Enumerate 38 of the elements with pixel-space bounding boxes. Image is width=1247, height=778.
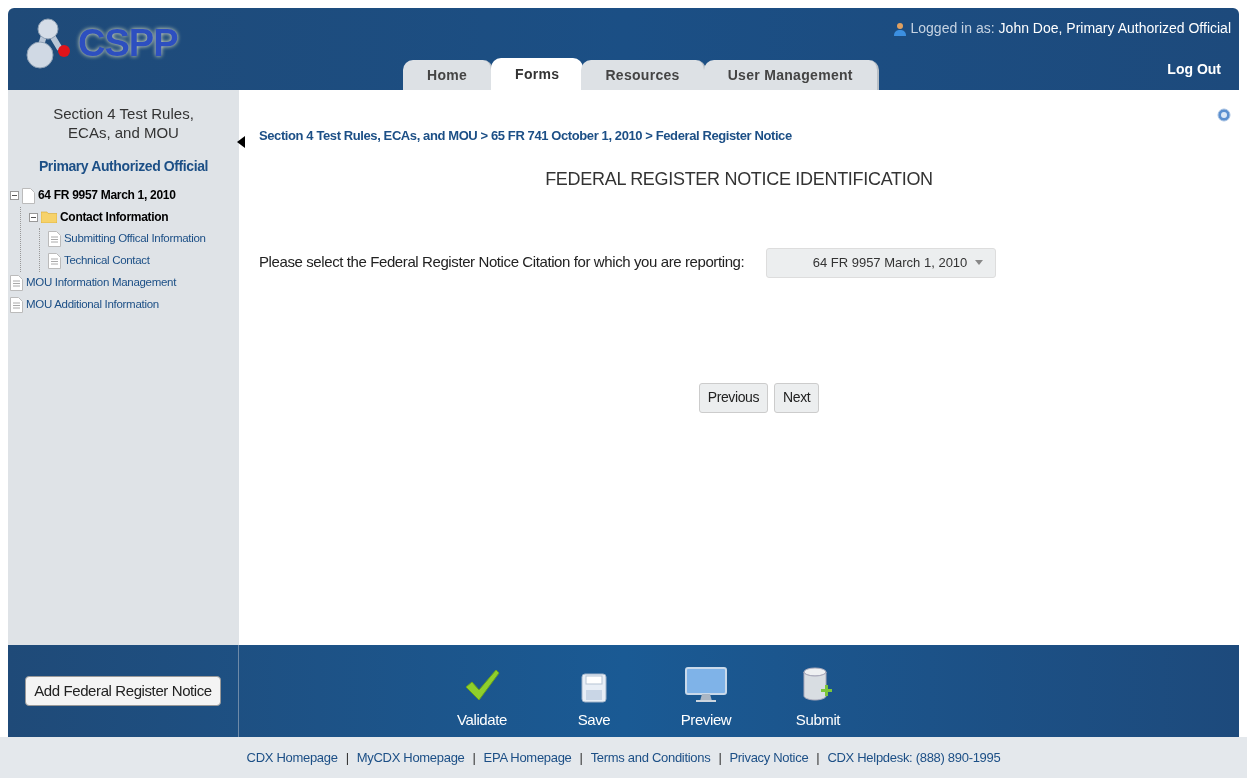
- logout-link[interactable]: Log Out: [1167, 59, 1221, 80]
- footer-link[interactable]: CDX Homepage: [246, 747, 338, 768]
- footer-link[interactable]: EPA Homepage: [483, 747, 572, 768]
- role-label: Primary Authorized Official: [37, 157, 210, 176]
- nav-tab[interactable]: Resources: [581, 60, 706, 90]
- tree-item[interactable]: Contact Information: [60, 210, 169, 225]
- toolbar-action[interactable]: Save: [564, 672, 624, 731]
- tree-item[interactable]: Submitting Offical Information: [64, 231, 206, 245]
- sidebar-title: Section 4 Test Rules, ECAs, and MOU: [52, 104, 195, 142]
- nav-button[interactable]: Previous: [698, 382, 769, 413]
- link-separator: |: [718, 748, 722, 767]
- toolbar-action[interactable]: Preview: [676, 666, 736, 731]
- tree-item[interactable]: MOU Information Management: [26, 275, 177, 289]
- footer-link[interactable]: Terms and Conditions: [590, 747, 711, 768]
- toolbar-action[interactable]: Submit: [788, 666, 848, 731]
- footer-link[interactable]: Privacy Notice: [729, 747, 809, 768]
- nav-tab[interactable]: Home: [403, 60, 494, 90]
- footer-link[interactable]: CDX Helpdesk: (888) 890-1995: [827, 747, 1001, 768]
- link-separator: |: [816, 748, 820, 767]
- footer-link[interactable]: MyCDX Homepage: [356, 747, 465, 768]
- tree-item[interactable]: Technical Contact: [64, 253, 150, 267]
- add-notice-button[interactable]: Add Federal Register Notice: [25, 676, 221, 706]
- breadcrumb: Section 4 Test Rules, ECAs, and MOU > 65 FR 741 October 1, 2010 > Federal Register Notice: [259, 127, 793, 145]
- link-separator: |: [579, 748, 583, 767]
- nav-tab[interactable]: User Management: [703, 60, 879, 90]
- citation-label: Please select the Federal Register Notice Citation for which you are reporting:: [259, 252, 745, 273]
- user-name: John Doe, Primary Authorized Official: [998, 19, 1231, 38]
- nav-tab[interactable]: Forms: [491, 58, 584, 90]
- logo-text: CSPP: [78, 20, 178, 66]
- tree-item[interactable]: MOU Additional Information: [26, 297, 159, 311]
- toolbar-action[interactable]: Validate: [452, 666, 512, 731]
- nav-button[interactable]: Next: [774, 382, 820, 413]
- page-heading: FEDERAL REGISTER NOTICE IDENTIFICATION: [544, 167, 934, 191]
- link-separator: |: [472, 748, 476, 767]
- user-label: Logged in as:: [910, 19, 995, 38]
- tree-item[interactable]: 64 FR 9957 March 1, 2010: [38, 188, 176, 203]
- link-separator: |: [345, 748, 349, 767]
- citation-dropdown[interactable]: 64 FR 9957 March 1, 2010: [766, 247, 997, 278]
